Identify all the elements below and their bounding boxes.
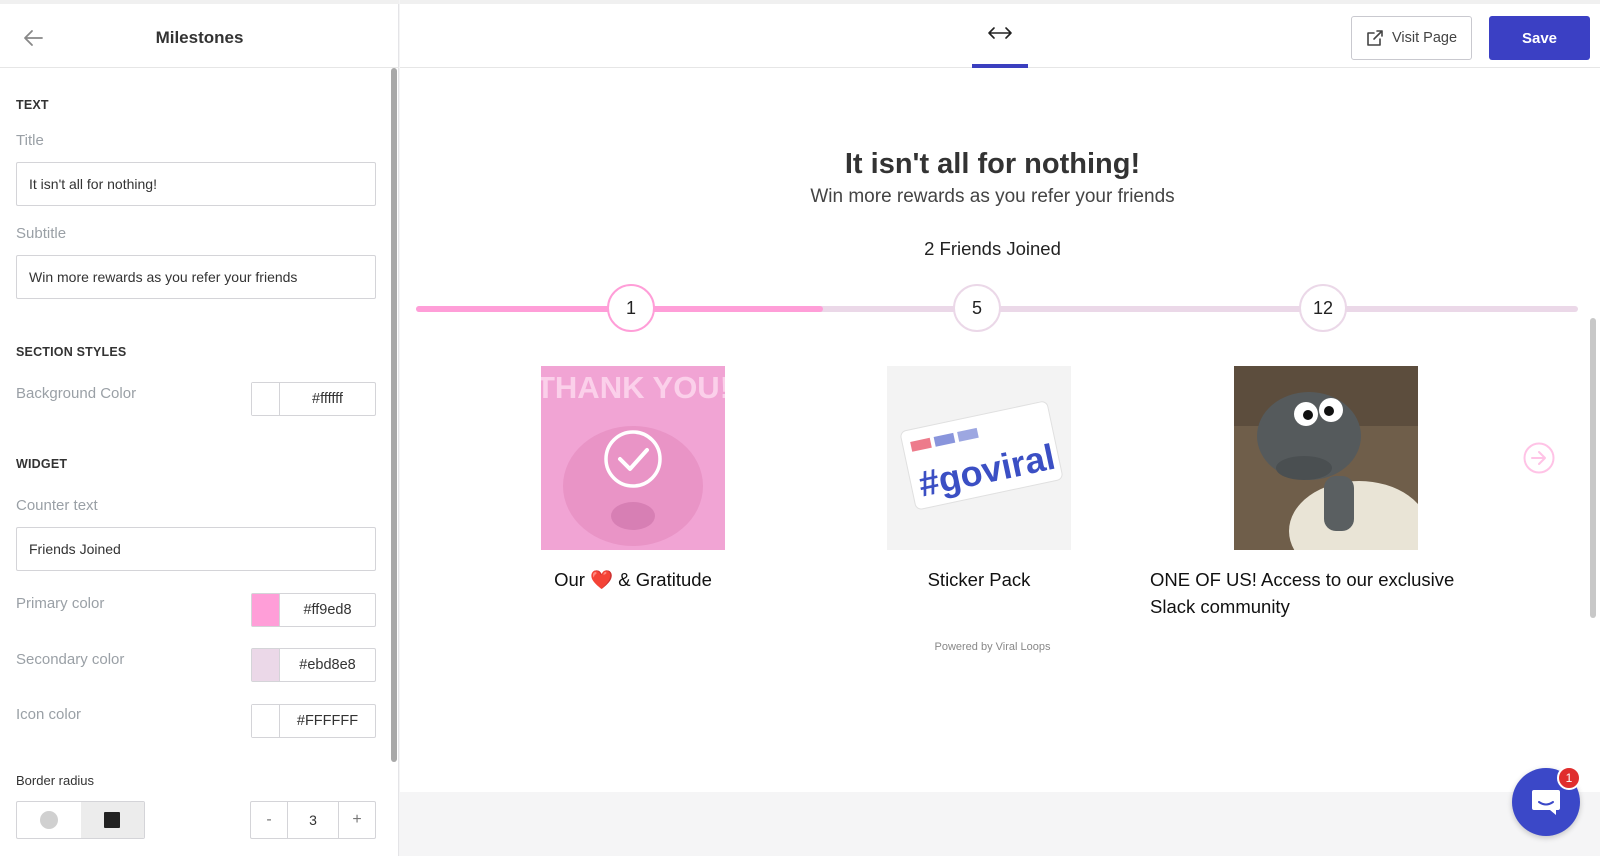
reward-label-2: Sticker Pack bbox=[927, 569, 1031, 590]
save-button[interactable]: Save bbox=[1489, 16, 1590, 60]
icon-color-swatch[interactable] bbox=[252, 705, 280, 737]
background-color-field[interactable]: #ffffff bbox=[251, 382, 376, 416]
reward-label-3: ONE OF US! Access to our exclusive Slack… bbox=[1150, 569, 1455, 617]
icon-color-label: Icon color bbox=[16, 706, 82, 723]
background-color-swatch[interactable] bbox=[252, 383, 280, 415]
circle-icon bbox=[39, 811, 58, 829]
counter-text-label: Counter text bbox=[16, 497, 98, 514]
subtitle-input[interactable]: Win more rewards as you refer your frien… bbox=[16, 255, 376, 299]
preview-footer-area bbox=[400, 792, 1600, 856]
horizontal-resize-icon bbox=[988, 27, 1012, 39]
powered-by-label[interactable]: Powered by Viral Loops bbox=[400, 641, 1585, 653]
reward-image-1: THANK YOU! bbox=[541, 366, 725, 550]
visit-page-button[interactable]: Visit Page bbox=[1351, 16, 1472, 60]
widget-subtitle: Win more rewards as you refer your frien… bbox=[810, 186, 1175, 207]
widget-title: It isn't all for nothing! bbox=[844, 148, 1141, 180]
icon-color-field[interactable]: #FFFFFF bbox=[251, 704, 376, 738]
border-radius-shape-toggle[interactable] bbox=[16, 801, 145, 839]
primary-color-hex[interactable]: #ff9ed8 bbox=[280, 594, 375, 626]
border-radius-stepper[interactable]: - 3 + bbox=[250, 801, 376, 839]
reward-label-1: Our ❤️ & Gratitude bbox=[554, 569, 712, 590]
secondary-color-label: Secondary color bbox=[16, 651, 125, 668]
square-shape-option[interactable] bbox=[80, 802, 144, 838]
counter-text-input[interactable]: Friends Joined bbox=[16, 527, 376, 571]
title-input[interactable]: It isn't all for nothing! bbox=[16, 162, 376, 206]
square-icon bbox=[104, 812, 121, 828]
background-color-label: Background Color bbox=[16, 385, 137, 402]
primary-color-field[interactable]: #ff9ed8 bbox=[251, 593, 376, 627]
visit-page-label: Visit Page bbox=[1391, 30, 1458, 46]
sidebar-header: Milestones bbox=[0, 0, 399, 68]
milestone-circle-2: 5 bbox=[953, 284, 1001, 332]
sidebar-scroll-area: TEXT Title It isn't all for nothing! Sub… bbox=[0, 68, 399, 856]
secondary-color-hex[interactable]: #ebd8e8 bbox=[280, 649, 375, 681]
widget-heading: WIDGET bbox=[16, 457, 68, 471]
external-link-icon bbox=[1367, 30, 1383, 46]
section-styles-heading: SECTION STYLES bbox=[16, 345, 127, 359]
tab-full-width[interactable] bbox=[972, 4, 1028, 68]
milestone-circle-1: 1 bbox=[607, 284, 655, 332]
primary-color-label: Primary color bbox=[16, 595, 105, 612]
preview-scrollbar[interactable] bbox=[1590, 318, 1596, 618]
round-shape-option[interactable] bbox=[17, 802, 81, 838]
top-toolbar: Visit Page Save bbox=[400, 0, 1600, 68]
background-color-hex[interactable]: #ffffff bbox=[280, 383, 375, 415]
milestone-circle-3: 12 bbox=[1299, 284, 1347, 332]
border-radius-value[interactable]: 3 bbox=[287, 802, 339, 838]
next-arrow-icon[interactable] bbox=[1523, 442, 1555, 474]
primary-color-swatch[interactable] bbox=[252, 594, 280, 626]
sidebar-title: Milestones bbox=[155, 28, 244, 47]
subtitle-label: Subtitle bbox=[16, 225, 67, 242]
secondary-color-field[interactable]: #ebd8e8 bbox=[251, 648, 376, 682]
chat-notification-badge: 1 bbox=[1557, 766, 1581, 790]
border-radius-label: Border radius bbox=[16, 773, 95, 788]
title-label: Title bbox=[16, 132, 44, 149]
friends-counter: 2 Friends Joined bbox=[924, 238, 1061, 259]
settings-sidebar: Milestones TEXT Title It isn't all for n… bbox=[0, 0, 399, 856]
chat-icon bbox=[1532, 790, 1560, 815]
reward-image-3 bbox=[1234, 366, 1418, 550]
increment-button[interactable]: + bbox=[339, 802, 375, 838]
preview-scrollbar-track bbox=[1585, 68, 1600, 792]
sidebar-scrollbar[interactable] bbox=[391, 68, 397, 762]
widget-preview: It isn't all for nothing! Win more rewar… bbox=[400, 68, 1585, 792]
secondary-color-swatch[interactable] bbox=[252, 649, 280, 681]
reward-image-2: #goviral bbox=[887, 366, 1071, 550]
decrement-button[interactable]: - bbox=[251, 802, 287, 838]
text-section-heading: TEXT bbox=[16, 98, 49, 112]
reward-image-1-text: THANK YOU! bbox=[541, 370, 725, 405]
icon-color-hex[interactable]: #FFFFFF bbox=[280, 705, 375, 737]
